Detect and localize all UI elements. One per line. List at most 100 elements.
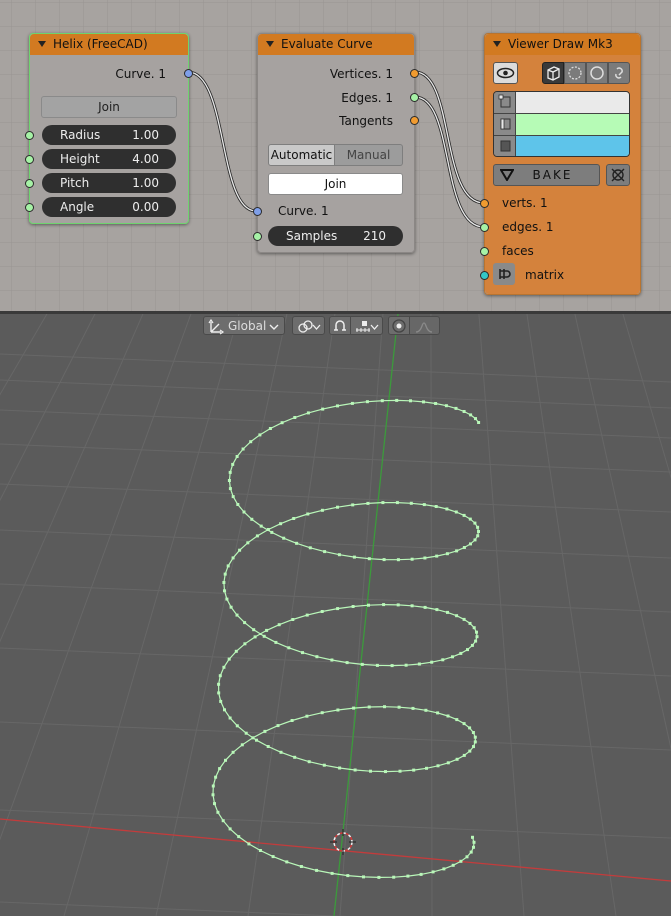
- helix-vertex: [234, 649, 238, 653]
- collapse-triangle-icon[interactable]: [266, 41, 274, 47]
- helix-radius-field[interactable]: Radius 1.00: [42, 125, 176, 145]
- helix-vertex: [471, 835, 474, 839]
- 3d-viewport[interactable]: Global: [0, 314, 671, 916]
- edges-input-socket[interactable]: [480, 223, 489, 232]
- vertices-output-socket[interactable]: [410, 69, 419, 78]
- helix-vertex: [338, 766, 342, 770]
- grid-line: [0, 647, 671, 677]
- faces-color-swatch[interactable]: [516, 136, 629, 156]
- helix-height-input-socket[interactable]: [25, 155, 34, 164]
- helix-vertex: [462, 617, 466, 621]
- helix-vertex: [392, 875, 396, 879]
- helix-vertex: [425, 766, 428, 770]
- helix-vertex: [229, 605, 233, 609]
- color-table: [493, 91, 630, 157]
- evaluate-curve-node[interactable]: Evaluate Curve Vertices. 1 Edges. 1 Tang…: [253, 33, 419, 253]
- edges-color-row[interactable]: [494, 114, 629, 136]
- helix-angle-input-socket[interactable]: [25, 203, 34, 212]
- helix-vertex: [320, 610, 324, 613]
- vertices-output-label: Vertices. 1: [329, 67, 393, 81]
- helix-vertex: [227, 657, 231, 661]
- helix-vertex: [441, 658, 445, 662]
- chevron-down-icon: [312, 324, 321, 330]
- mode-automatic-tab[interactable]: Automatic: [268, 144, 335, 166]
- helix-join-button[interactable]: Join: [41, 96, 177, 118]
- helix-vertex: [320, 508, 324, 512]
- bake-options-icon[interactable]: [606, 164, 630, 186]
- helix-pitch-input-socket[interactable]: [25, 179, 34, 188]
- helix-vertex: [445, 507, 449, 511]
- evaluate-join-toggle[interactable]: Join: [268, 173, 403, 195]
- helix-node[interactable]: Helix (FreeCAD) Curve. 1 Join Radius 1.00…: [25, 33, 193, 224]
- helix-vertex: [451, 655, 454, 659]
- falloff-select[interactable]: [410, 316, 440, 335]
- helix-vertex: [330, 871, 334, 875]
- helix-vertex: [469, 542, 472, 546]
- helix-vertex: [226, 564, 230, 568]
- helix-vertex: [473, 521, 477, 525]
- matrix-icon[interactable]: [493, 263, 515, 285]
- evaluate-node-header[interactable]: Evaluate Curve: [258, 34, 414, 55]
- helix-vertex: [424, 708, 428, 712]
- helix-vertex: [462, 513, 466, 517]
- helix-vertex: [336, 404, 339, 408]
- helix-curve-output-socket[interactable]: [184, 69, 193, 78]
- pivot-point-select[interactable]: [292, 316, 325, 335]
- helix-vertex: [246, 541, 250, 545]
- snap-icon: [334, 320, 346, 331]
- curve-input-socket[interactable]: [253, 207, 262, 216]
- viewer-draw-node[interactable]: Viewer Draw Mk3 BAKE verts. 1 edges. 1 f…: [480, 33, 641, 295]
- helix-vertex: [454, 510, 458, 514]
- helix-vertex: [225, 597, 229, 601]
- helix-vertex: [468, 749, 472, 753]
- helix-vertex: [462, 410, 466, 413]
- edges-color-swatch[interactable]: [516, 114, 629, 135]
- bake-button[interactable]: BAKE: [493, 164, 600, 186]
- helix-vertex: [227, 479, 231, 482]
- faces-color-row[interactable]: [494, 136, 629, 156]
- helix-vertex: [237, 835, 241, 839]
- helix-radius-input-socket[interactable]: [25, 131, 34, 140]
- tangents-output-socket[interactable]: [410, 116, 419, 125]
- sphere-wire-icon[interactable]: [564, 62, 586, 84]
- viewer-node-header[interactable]: Viewer Draw Mk3: [485, 34, 640, 55]
- grid-line: [0, 379, 671, 409]
- collapse-triangle-icon[interactable]: [38, 41, 46, 47]
- edges-output-socket[interactable]: [410, 93, 419, 102]
- link-icon[interactable]: [608, 62, 630, 84]
- helix-pitch-field[interactable]: Pitch 1.00: [42, 173, 176, 193]
- orientation-select[interactable]: Global: [203, 316, 285, 335]
- helix-vertex: [367, 705, 371, 709]
- helix-node-title: Helix (FreeCAD): [53, 37, 148, 51]
- helix-vertex: [291, 618, 295, 621]
- helix-vertex: [462, 722, 466, 726]
- helix-vertex: [287, 646, 291, 650]
- node-editor: Helix (FreeCAD) Curve. 1 Join Radius 1.00…: [0, 0, 671, 311]
- helix-vertex: [263, 729, 267, 733]
- snap-target-select[interactable]: [351, 316, 383, 335]
- proportional-edit-toggle[interactable]: [388, 316, 410, 335]
- grid-line: [520, 314, 671, 916]
- helix-node-header[interactable]: Helix (FreeCAD): [30, 34, 188, 55]
- sphere-icon[interactable]: [586, 62, 608, 84]
- collapse-triangle-icon[interactable]: [493, 41, 501, 47]
- eye-icon[interactable]: [493, 62, 518, 84]
- faces-input-socket[interactable]: [480, 247, 489, 256]
- samples-input-socket[interactable]: [253, 232, 262, 241]
- cube-icon[interactable]: [542, 62, 564, 84]
- helix-vertex: [345, 661, 349, 665]
- matrix-input-socket[interactable]: [480, 271, 489, 280]
- helix-height-field[interactable]: Height 4.00: [42, 149, 176, 169]
- x-axis-line: [0, 818, 671, 882]
- helix-vertex: [377, 875, 381, 879]
- verts-color-swatch[interactable]: [516, 92, 629, 113]
- helix-vertex: [221, 819, 225, 823]
- helix-angle-field[interactable]: Angle 0.00: [42, 197, 176, 217]
- verts-color-row[interactable]: [494, 92, 629, 114]
- verts-input-socket[interactable]: [480, 199, 489, 208]
- snap-toggle[interactable]: [329, 316, 351, 335]
- helix-vertex: [350, 401, 354, 405]
- samples-field[interactable]: Samples 210: [268, 226, 403, 246]
- verts-icon: [494, 92, 516, 113]
- mode-manual-tab[interactable]: Manual: [335, 144, 403, 166]
